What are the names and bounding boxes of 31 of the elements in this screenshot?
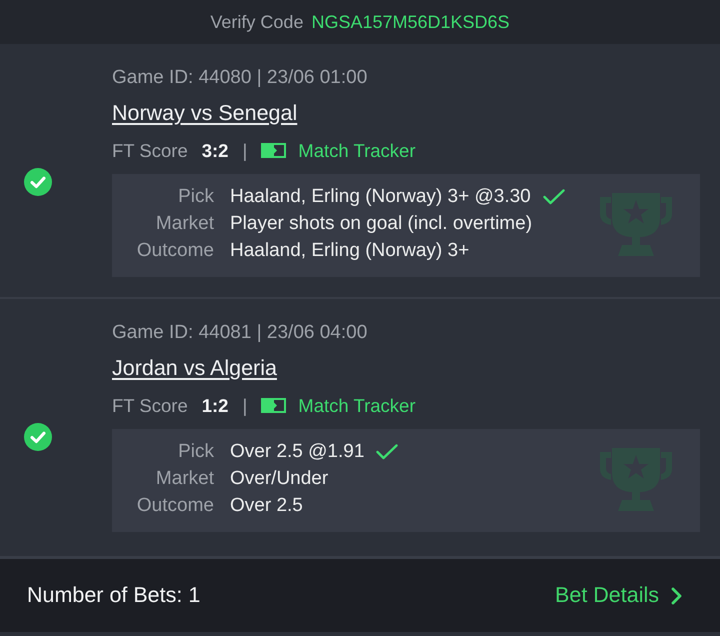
detail-value: Player shots on goal (incl. overtime): [230, 212, 532, 236]
detail-value: Over 2.5 @1.91: [230, 440, 364, 464]
detail-label: Outcome: [136, 239, 214, 263]
detail-label: Market: [154, 467, 214, 491]
chevron-right-icon: [671, 586, 682, 604]
match-title-link[interactable]: Jordan vs Algeria: [112, 353, 277, 383]
score-label: FT Score: [112, 394, 188, 418]
detail-label: Market: [154, 212, 214, 236]
bet-details-link[interactable]: Bet Details: [555, 579, 682, 612]
bets-count: Number of Bets: 1: [27, 582, 200, 610]
detail-value: Over 2.5: [230, 494, 303, 518]
match-title-link[interactable]: Norway vs Senegal: [112, 98, 298, 128]
detail-label: Pick: [177, 440, 214, 464]
verify-code-label: Verify Code: [210, 10, 304, 34]
match-tracker-link[interactable]: Match Tracker: [261, 392, 416, 419]
separator-text: |: [242, 139, 248, 163]
score-value: 1:2: [202, 394, 228, 418]
detail-label: Outcome: [136, 494, 214, 518]
detail-value: Haaland, Erling (Norway) 3+: [230, 239, 470, 263]
score-label: FT Score: [112, 139, 188, 163]
tag-icon: [261, 398, 286, 413]
game-info: Game ID: 44080 | 23/06 01:00: [112, 66, 368, 90]
detail-label: Pick: [177, 185, 214, 209]
match-tracker-link[interactable]: Match Tracker: [261, 137, 416, 164]
verify-code-value: NGSA157M56D1KSD6S: [311, 10, 510, 34]
detail-value: Over/Under: [230, 467, 328, 491]
game-info: Game ID: 44081 | 23/06 04:00: [112, 321, 368, 345]
separator-text: |: [242, 394, 248, 418]
detail-value: Haaland, Erling (Norway) 3+ @3.30: [230, 185, 531, 209]
tag-icon: [261, 143, 286, 158]
score-value: 3:2: [202, 139, 228, 163]
